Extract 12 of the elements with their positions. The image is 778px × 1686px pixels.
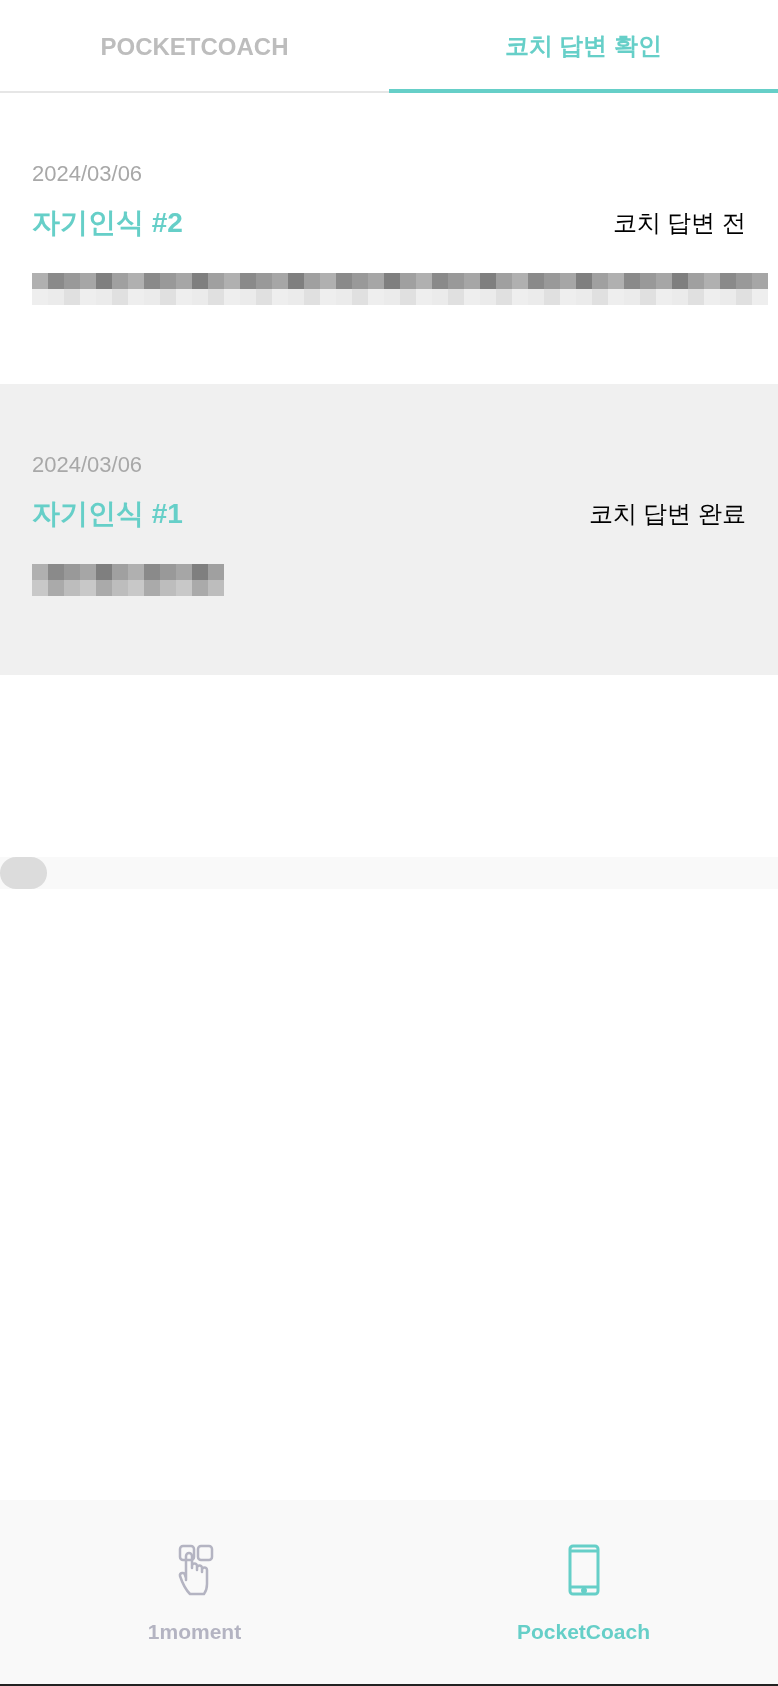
nav-tab[interactable]: 1moment <box>0 1500 389 1684</box>
scrollbar[interactable] <box>0 857 778 889</box>
answer-status: 코치 답변 전 <box>612 208 746 238</box>
entry-date: 2024/03/06 <box>32 451 144 479</box>
answer-status: 코치 답변 완료 <box>588 499 746 529</box>
scrollbar-thumb[interactable] <box>0 857 47 889</box>
entry-title: 자기인식 #1 <box>32 497 183 531</box>
phone-icon <box>567 1544 600 1596</box>
entry-card[interactable]: 2024/03/06 자기인식 #1 코치 답변 완료 <box>0 384 778 675</box>
entry-title: 자기인식 #2 <box>32 206 183 240</box>
entry-date: 2024/03/06 <box>32 160 144 188</box>
nav-tab[interactable]: PocketCoach <box>389 1500 778 1684</box>
